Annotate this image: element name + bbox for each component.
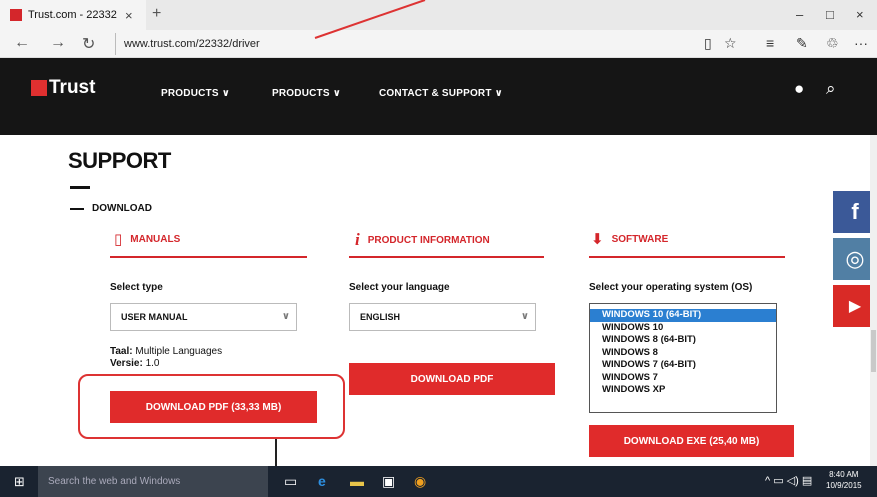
download-software-exe-button[interactable]: DOWNLOAD EXE (25,40 MB) [589,425,794,457]
taskbar-clock[interactable]: 8:40 AM 10/9/2015 [826,469,862,491]
taskbar-search-input[interactable]: Search the web and Windows [38,466,268,497]
chevron-down-icon: ∨ [281,311,290,322]
annotation-arrow [314,0,426,39]
manuals-select-label: Select type [110,282,163,293]
os-option[interactable]: WINDOWS 8 (64-BIT) [590,334,776,347]
chevron-down-icon: ∨ [520,311,529,322]
scrollbar-thumb[interactable] [871,330,876,372]
tab-close-icon[interactable]: × [125,8,133,23]
os-option[interactable]: WINDOWS 8 [590,347,776,360]
highlight-callout-box [78,374,345,439]
new-tab-icon[interactable]: + [152,5,161,23]
callout-pointer-line [275,439,277,466]
nav-products-2[interactable]: PRODUCTS ∨ [272,88,341,99]
file-explorer-icon[interactable]: ▬ [350,473,364,489]
download-icon: ⬇ [591,231,604,248]
language-select[interactable]: ENGLISH ∨ [349,303,536,331]
os-listbox[interactable]: WINDOWS 10 (64-BIT) WINDOWS 10 WINDOWS 8 (… [589,303,777,413]
task-view-icon[interactable]: ▭ [284,473,297,490]
os-option[interactable]: WINDOWS 10 (64-BIT) [590,309,776,322]
favorite-star-icon[interactable]: ☆ [724,35,737,52]
os-option[interactable]: WINDOWS XP [590,384,776,397]
minimize-icon[interactable]: – [796,7,803,22]
manual-type-select[interactable]: USER MANUAL ∨ [110,303,297,331]
forward-icon[interactable]: → [50,34,66,52]
more-icon[interactable]: ··· [854,35,868,51]
page-scrollbar[interactable] [870,135,877,466]
os-option[interactable]: WINDOWS 7 [590,372,776,385]
maximize-icon[interactable]: □ [826,7,834,22]
trust-logo[interactable]: Trust [31,77,95,99]
user-icon[interactable]: ● [794,79,804,99]
back-icon[interactable]: ← [14,34,30,52]
refresh-icon[interactable]: ↻ [82,34,95,54]
instagram-icon: ◎ [845,246,865,271]
reading-view-icon[interactable]: ▯ [704,35,712,52]
title-divider [70,186,90,189]
manuals-heading: ▯ MANUALS [114,231,181,248]
annotation-arrow-line [314,0,426,39]
chrome-icon[interactable]: ◉ [414,473,426,490]
info-icon: i [355,230,360,249]
nav-contact-support[interactable]: CONTACT & SUPPORT ∨ [379,88,503,99]
product-info-heading: i PRODUCT INFORMATION [355,230,490,249]
windows-start-icon[interactable]: ⊞ [14,474,25,490]
os-option[interactable]: WINDOWS 10 [590,322,776,335]
web-note-icon[interactable]: ✎ [796,35,808,52]
system-tray-icons[interactable]: ^ ▭ ◁) ▤ [765,474,812,487]
edge-browser-icon[interactable]: e [318,473,326,489]
page-title: SUPPORT [68,148,171,173]
software-heading: ⬇ SOFTWARE [591,231,669,248]
document-icon: ▯ [114,231,123,248]
nav-products-1[interactable]: PRODUCTS ∨ [161,88,230,99]
section-title-download[interactable]: DOWNLOAD [92,203,152,214]
store-icon[interactable]: ▣ [382,473,395,490]
share-icon[interactable]: ♲ [826,35,839,52]
software-underline [589,256,785,258]
hub-icon[interactable]: ≡ [766,35,774,51]
section-collapse-dash[interactable] [70,208,84,210]
os-select-label: Select your operating system (OS) [589,282,753,293]
youtube-icon: ▶ [848,298,862,315]
facebook-icon: f [851,199,859,224]
trust-favicon-icon [10,9,22,21]
download-product-pdf-button[interactable]: DOWNLOAD PDF [349,363,555,395]
os-option[interactable]: WINDOWS 7 (64-BIT) [590,359,776,372]
manuals-underline [110,256,307,258]
manual-language: Taal: Multiple Languages [110,346,223,357]
manual-version: Versie: 1.0 [110,358,160,369]
tab-title: Trust.com - 22332 [28,9,117,21]
language-select-label: Select your language [349,282,450,293]
product-info-underline [349,256,544,258]
close-window-icon[interactable]: × [856,7,864,22]
trust-logo-mark-icon [31,80,47,96]
search-icon[interactable]: ⌕ [826,79,836,99]
